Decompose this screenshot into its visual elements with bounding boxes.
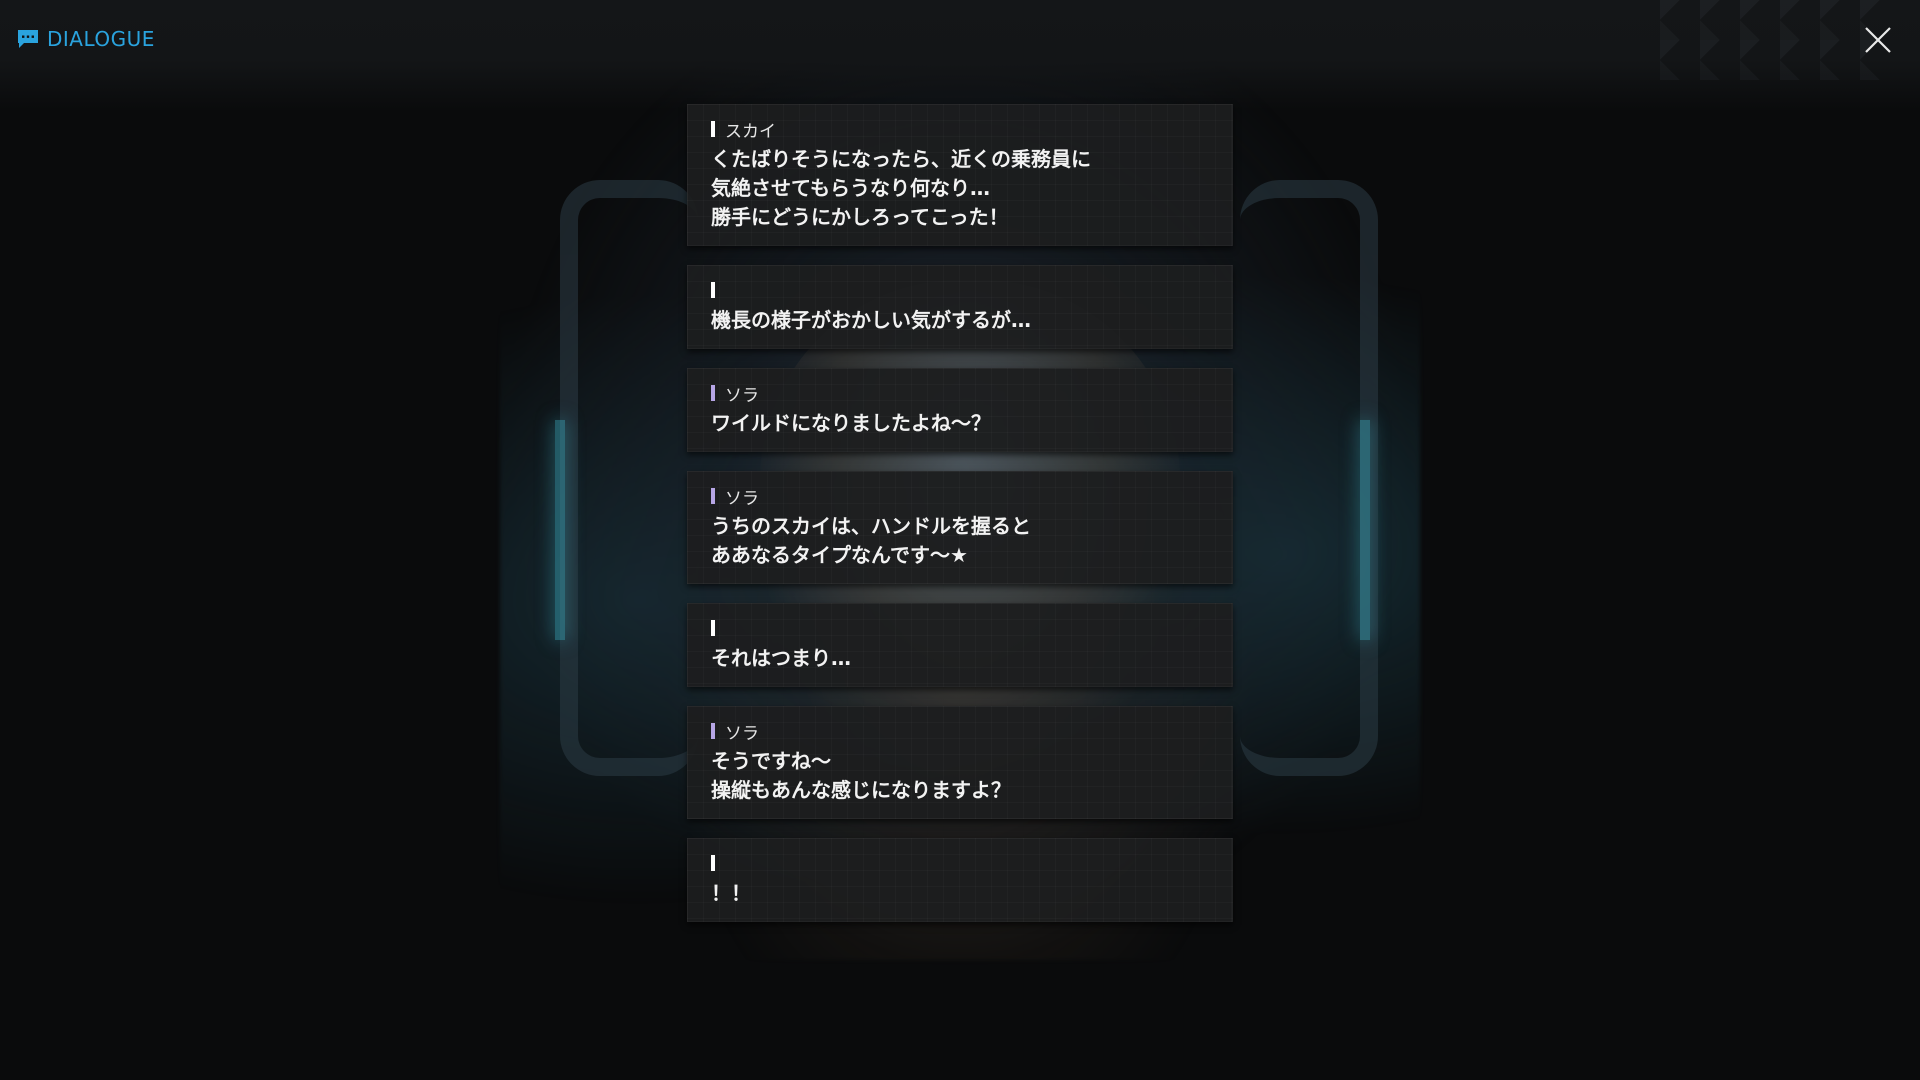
cockpit-frame-left xyxy=(560,180,698,776)
header: DIALOGUE xyxy=(17,27,155,51)
speaker-name: ソラ xyxy=(725,488,759,509)
speaker-row: スカイ xyxy=(711,118,1209,142)
speaker-row xyxy=(711,617,1209,639)
chat-bubble-icon xyxy=(17,29,39,49)
dialogue-text: ！！ xyxy=(711,881,751,905)
speaker-name: スカイ xyxy=(725,121,776,142)
cockpit-light-right xyxy=(1360,420,1370,640)
speaker-row: ソラ xyxy=(711,485,1209,509)
dialogue-entry: ソラ ワイルドになりましたよね～？ xyxy=(687,368,1233,452)
dialogue-text: 機長の様子がおかしい気がするが… xyxy=(711,308,1031,332)
speaker-marker xyxy=(711,121,715,137)
speaker-marker xyxy=(711,385,715,401)
speaker-name: ソラ xyxy=(725,723,759,744)
cockpit-light-left xyxy=(555,420,565,640)
speaker-marker xyxy=(711,723,715,739)
speaker-row xyxy=(711,279,1209,301)
dialogue-text: ワイルドになりましたよね～？ xyxy=(711,411,991,435)
speaker-name: ソラ xyxy=(725,385,759,406)
dialogue-entry: スカイ くたばりそうになったら、近くの乗務員に 気絶させてもらうなり何なり… 勝… xyxy=(687,104,1233,246)
top-bar: DIALOGUE xyxy=(0,0,1920,110)
close-button[interactable] xyxy=(1862,24,1894,56)
dialogue-text: そうですね～ 操縦もあんな感じになりますよ？ xyxy=(711,749,1011,802)
dialogue-text: それはつまり… xyxy=(711,646,851,670)
page-title: DIALOGUE xyxy=(47,27,155,51)
dialogue-log-screen: DIALOGUE スカイ くたばりそうになったら、近くの乗務員に 気絶させてもら… xyxy=(0,0,1920,1080)
speaker-row: ソラ xyxy=(711,720,1209,744)
dialogue-entry: それはつまり… xyxy=(687,603,1233,687)
dialogue-entry: ソラ うちのスカイは、ハンドルを握ると ああなるタイプなんです～★ xyxy=(687,471,1233,584)
close-x-icon xyxy=(1865,27,1891,53)
speaker-row: ソラ xyxy=(711,382,1209,406)
cockpit-frame-right xyxy=(1240,180,1378,776)
speaker-row xyxy=(711,852,1209,874)
speaker-marker xyxy=(711,620,715,636)
dialogue-text: うちのスカイは、ハンドルを握ると ああなるタイプなんです～★ xyxy=(711,514,1031,567)
dialogue-entry: ソラ そうですね～ 操縦もあんな感じになりますよ？ xyxy=(687,706,1233,819)
speaker-marker xyxy=(711,488,715,504)
dialogue-entry: ！！ xyxy=(687,838,1233,922)
dialogue-list[interactable]: スカイ くたばりそうになったら、近くの乗務員に 気絶させてもらうなり何なり… 勝… xyxy=(687,104,1233,941)
speaker-marker xyxy=(711,855,715,871)
speaker-marker xyxy=(711,282,715,298)
dialogue-text: くたばりそうになったら、近くの乗務員に 気絶させてもらうなり何なり… 勝手にどう… xyxy=(711,147,1091,229)
dialogue-entry: 機長の様子がおかしい気がするが… xyxy=(687,265,1233,349)
top-bar-decoration xyxy=(1660,0,1880,80)
